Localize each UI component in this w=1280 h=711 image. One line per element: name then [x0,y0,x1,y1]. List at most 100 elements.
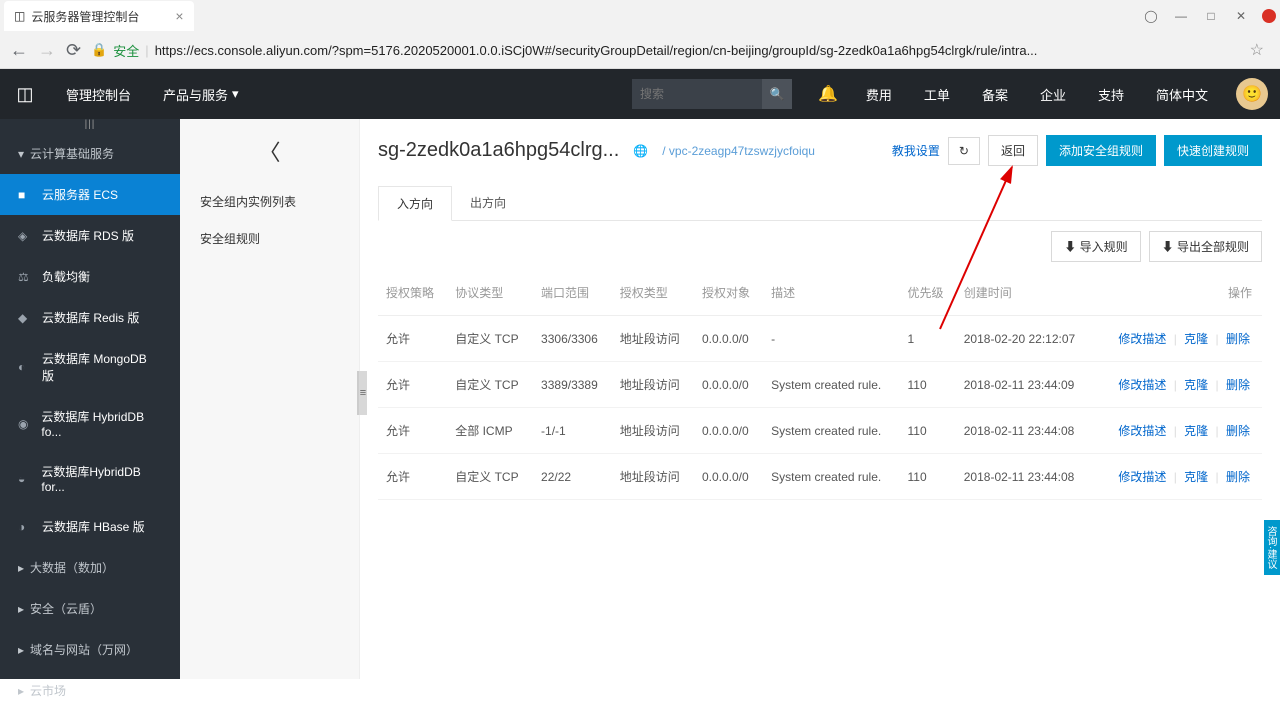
clone-link[interactable]: 克隆 [1184,378,1208,392]
modify-desc-link[interactable]: 修改描述 [1118,424,1166,438]
sidebar-item[interactable]: ■云服务器 ECS [0,174,180,215]
minimize-icon[interactable]: — [1172,9,1190,23]
secondary-nav-item[interactable]: 安全组规则 [180,220,359,257]
sidebar-item[interactable]: ◆云数据库 Redis 版 [0,297,180,338]
col-header: 端口范围 [533,270,612,316]
modify-desc-link[interactable]: 修改描述 [1118,378,1166,392]
add-rule-button[interactable]: 添加安全组规则 [1046,135,1156,166]
quick-create-button[interactable]: 快速创建规则 [1164,135,1262,166]
group-label: 云计算基础服务 [30,145,114,162]
cell-port: 3389/3389 [533,362,612,408]
export-rules-button[interactable]: ⬇ 导出全部规则 [1149,231,1262,262]
import-rules-button[interactable]: ⬇ 导入规则 [1051,231,1140,262]
topbar-link[interactable]: 备案 [966,69,1024,119]
topbar-link[interactable]: 费用 [850,69,908,119]
topbar-link[interactable]: 企业 [1024,69,1082,119]
group-label: 大数据（数加） [30,559,114,576]
sidebar-item-label: 云数据库HybridDB for... [41,463,162,494]
user-icon[interactable]: ◯ [1142,9,1160,23]
export-label: 导出全部规则 [1177,240,1249,254]
modify-desc-link[interactable]: 修改描述 [1118,470,1166,484]
app-bar: ◫ 管理控制台 产品与服务 ▾ 🔍 🔔 费用 工单 备案 企业 支持 简体中文 … [0,69,1280,119]
delete-link[interactable]: 删除 [1226,470,1250,484]
nav-group-title[interactable]: ▸域名与网站（万网） [0,629,180,670]
clone-link[interactable]: 克隆 [1184,332,1208,346]
close-icon[interactable]: × [175,8,183,24]
table-row: 允许自定义 TCP3389/3389地址段访问0.0.0.0/0System c… [378,362,1262,408]
sidebar-item[interactable]: ◈云数据库 RDS 版 [0,215,180,256]
refresh-button[interactable]: ↻ [948,137,980,165]
topbar-link[interactable]: 支持 [1082,69,1140,119]
sidebar-item[interactable]: ◉云数据库 HybridDB fo... [0,396,180,451]
collapse-icon[interactable]: ||| [0,119,180,133]
reload-icon[interactable]: ⟳ [66,40,81,61]
cell-priority: 110 [900,454,956,500]
col-header: 优先级 [900,270,956,316]
sidebar-item-label: 云数据库 Redis 版 [42,309,139,326]
browser-chrome: ◫ 云服务器管理控制台 × ◯ — □ ✕ ← → ⟳ 🔒 安全 | https… [0,0,1280,69]
sidebar-item[interactable]: ⚖负载均衡 [0,256,180,297]
nav-group-title[interactable]: ▾ 云计算基础服务 [0,133,180,174]
cell-desc: - [763,316,899,362]
brand-icon[interactable]: ◫ [0,84,50,105]
sidebar-item[interactable]: ◐云数据库 MongoDB 版 [0,338,180,396]
clone-link[interactable]: 克隆 [1184,470,1208,484]
vpc-link[interactable]: / vpc-2zeagp47tzswzjycfoiqu [662,144,815,158]
clone-link[interactable]: 克隆 [1184,424,1208,438]
window-close-icon[interactable]: ✕ [1232,9,1250,23]
address-bar[interactable]: 🔒 安全 | https://ecs.console.aliyun.com/?s… [91,41,1240,60]
sidebar-item[interactable]: ◑云数据库 HBase 版 [0,506,180,547]
browser-tab[interactable]: ◫ 云服务器管理控制台 × [4,1,194,31]
cell-priority: 1 [900,316,956,362]
cell-ops: 修改描述 | 克隆 | 删除 [1094,362,1262,408]
forward-icon[interactable]: → [38,40,56,61]
delete-link[interactable]: 删除 [1226,332,1250,346]
nav-group-title[interactable]: ▸云市场 [0,670,180,711]
bell-icon[interactable]: 🔔 [806,84,850,104]
topbar-link[interactable]: 工单 [908,69,966,119]
page-title: sg-2zedk0a1a6hpg54clrg... [378,139,619,162]
console-link[interactable]: 管理控制台 [50,69,147,119]
topbar-link[interactable]: 简体中文 [1140,69,1224,119]
modify-desc-link[interactable]: 修改描述 [1118,332,1166,346]
back-chevron-icon[interactable]: 〈 [180,119,359,183]
chevron-down-icon: ▾ [18,147,24,161]
back-button[interactable]: 返回 [988,135,1038,166]
cell-protocol: 自定义 TCP [447,454,533,500]
bookmark-icon[interactable]: ☆ [1250,40,1264,60]
nav-group-title[interactable]: ▸大数据（数加） [0,547,180,588]
feedback-widget[interactable]: 咨询·建议 [1264,520,1280,575]
cell-port: -1/-1 [533,408,612,454]
secondary-nav: 〈 安全组内实例列表 安全组规则 ≡ [180,119,360,679]
tab-inbound[interactable]: 入方向 [378,186,452,221]
cell-priority: 110 [900,362,956,408]
cell-policy: 允许 [378,454,447,500]
search-icon[interactable]: 🔍 [762,79,792,109]
products-dropdown[interactable]: 产品与服务 ▾ [147,69,255,119]
search-input[interactable] [632,87,762,101]
secondary-nav-item[interactable]: 安全组内实例列表 [180,183,359,220]
chevron-right-icon: ▸ [18,602,24,616]
tutorial-link[interactable]: 教我设置 [892,142,940,159]
cell-protocol: 自定义 TCP [447,362,533,408]
avatar[interactable]: 🙂 [1236,78,1268,110]
cell-created: 2018-02-11 23:44:08 [956,454,1094,500]
maximize-icon[interactable]: □ [1202,9,1220,23]
cell-authobj: 0.0.0.0/0 [694,408,763,454]
tab-favicon: ◫ [14,9,25,23]
ext-red-icon[interactable] [1262,9,1276,23]
delete-link[interactable]: 删除 [1226,378,1250,392]
back-icon[interactable]: ← [10,40,28,61]
sidebar-item-label: 云数据库 RDS 版 [42,227,134,244]
delete-link[interactable]: 删除 [1226,424,1250,438]
disk-icon[interactable]: 🌐 [633,144,648,158]
search-box[interactable]: 🔍 [632,79,792,109]
sidebar-item[interactable]: ◒云数据库HybridDB for... [0,451,180,506]
cell-priority: 110 [900,408,956,454]
tab-outbound[interactable]: 出方向 [452,186,524,220]
service-icon: ◑ [18,520,32,534]
cell-protocol: 全部 ICMP [447,408,533,454]
cell-authtype: 地址段访问 [612,362,694,408]
cell-ops: 修改描述 | 克隆 | 删除 [1094,408,1262,454]
nav-group-title[interactable]: ▸安全（云盾） [0,588,180,629]
